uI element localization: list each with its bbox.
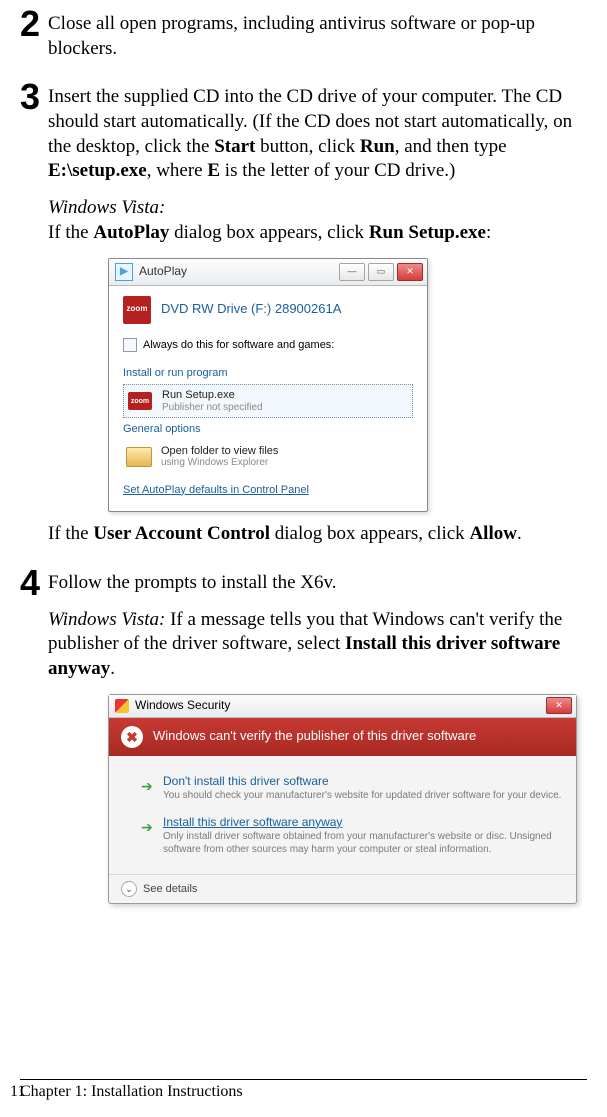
security-band-icon: ✖ — [121, 726, 143, 748]
step3-vista-text: If the AutoPlay dialog box appears, clic… — [48, 222, 491, 243]
chapter-title: Chapter 1: Installation Instructions — [20, 1082, 243, 1103]
section-install: Install or run program — [123, 366, 413, 380]
arrow-icon: ➔ — [141, 818, 153, 836]
step-number-4: 4 — [20, 565, 48, 904]
step4-vista: Windows Vista: If a message tells you th… — [48, 608, 587, 682]
step3-uac: If the User Account Control dialog box a… — [48, 522, 587, 547]
drive-label: DVD RW Drive (F:) 28900261A — [161, 301, 341, 318]
page-number: 11 — [10, 1082, 25, 1103]
autoplay-title-icon: ▶ — [115, 263, 133, 281]
always-do-label: Always do this for software and games: — [143, 338, 334, 352]
run-setup-item[interactable]: zoom Run Setup.exe Publisher not specifi… — [123, 384, 413, 418]
step-number-3: 3 — [20, 79, 48, 559]
step-number-2: 2 — [20, 6, 48, 73]
dont-install-option[interactable]: ➔ Don't install this driver software You… — [163, 774, 562, 803]
minimize-button[interactable]: — — [339, 263, 365, 281]
always-do-checkbox[interactable] — [123, 338, 137, 352]
close-button[interactable]: ✕ — [397, 263, 423, 281]
page-footer: Chapter 1: Installation Instructions — [20, 1079, 587, 1103]
step3-text: Insert the supplied CD into the CD drive… — [48, 85, 587, 184]
zoom-app-icon: zoom — [128, 392, 152, 410]
folder-icon — [126, 447, 152, 467]
zoom-cd-icon: zoom — [123, 296, 151, 324]
autoplay-defaults-link[interactable]: Set AutoPlay defaults in Control Panel — [123, 483, 309, 497]
see-details[interactable]: See details — [143, 882, 197, 896]
step2-text: Close all open programs, including antiv… — [48, 12, 587, 61]
open-folder-item[interactable]: Open folder to view files using Windows … — [123, 441, 413, 473]
security-dialog: Windows Security ✕ ✖ Windows can't verif… — [108, 694, 577, 905]
section-general: General options — [123, 422, 413, 436]
maximize-button[interactable]: ▭ — [368, 263, 394, 281]
chevron-down-icon[interactable]: ⌄ — [121, 881, 137, 897]
security-title: Windows Security — [135, 698, 230, 714]
autoplay-title: AutoPlay — [139, 264, 339, 280]
arrow-icon: ➔ — [141, 777, 153, 795]
install-anyway-option[interactable]: ➔ Install this driver software anyway On… — [163, 815, 562, 857]
step4-text: Follow the prompts to install the X6v. — [48, 571, 587, 596]
step3-vista-label: Windows Vista: — [48, 197, 165, 218]
security-heading: Windows can't verify the publisher of th… — [153, 728, 476, 745]
autoplay-dialog: ▶ AutoPlay — ▭ ✕ zoom DVD RW Drive (F:) … — [108, 258, 428, 513]
shield-icon — [115, 699, 129, 713]
security-close-button[interactable]: ✕ — [546, 697, 572, 714]
